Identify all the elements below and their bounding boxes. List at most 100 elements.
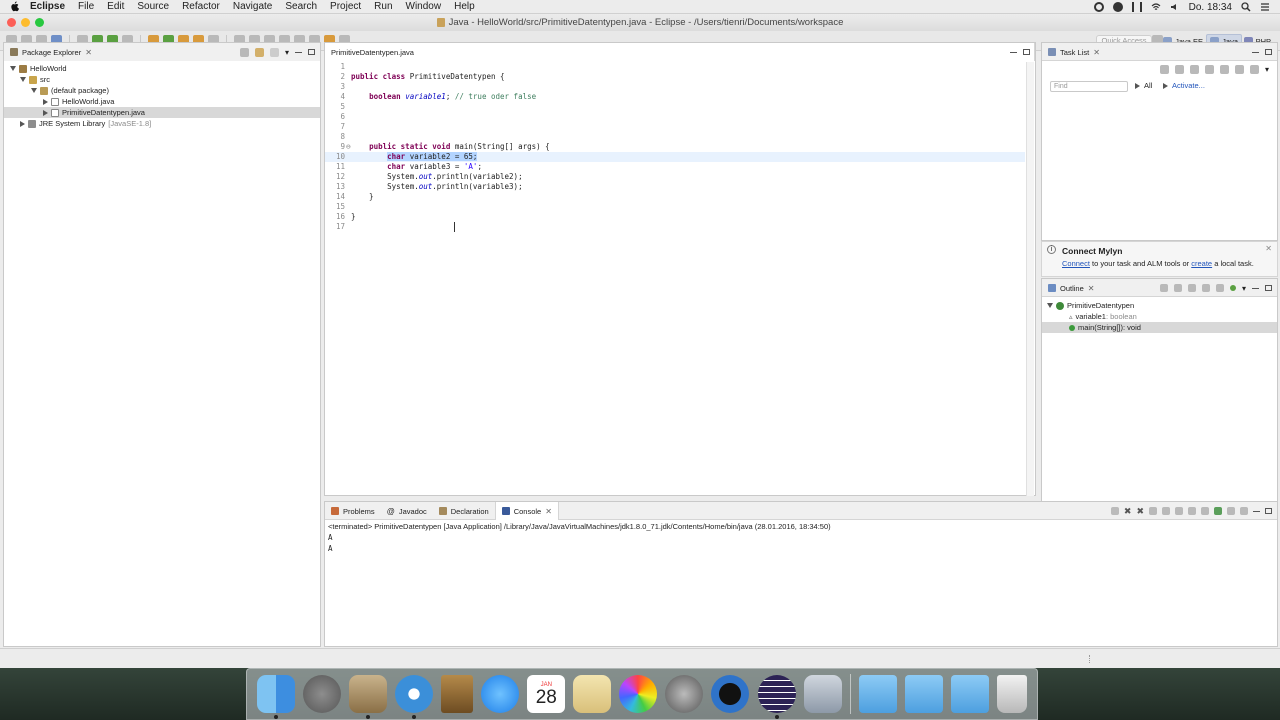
tree-item-file-selected[interactable]: PrimitiveDatentypen.java — [4, 107, 320, 118]
finder-icon[interactable] — [257, 675, 296, 719]
expand-triangle-icon[interactable] — [31, 88, 37, 93]
collapse-all-icon[interactable] — [239, 47, 249, 57]
tree-item-src[interactable]: src — [10, 74, 320, 85]
bluetooth-icon[interactable] — [1131, 2, 1142, 12]
create-link[interactable]: create — [1191, 259, 1212, 268]
focus-workweek-icon[interactable] — [1219, 65, 1229, 74]
maximize-icon[interactable] — [1265, 285, 1272, 291]
creative-cloud-icon[interactable] — [1112, 2, 1123, 12]
menu-file[interactable]: File — [78, 1, 94, 12]
downloads-folder-icon[interactable] — [950, 675, 989, 713]
maximize-icon[interactable] — [308, 49, 315, 55]
tree-item-file[interactable]: HelloWorld.java — [10, 96, 320, 107]
collapse-triangle-icon[interactable] — [43, 98, 48, 105]
close-icon[interactable]: ✕ — [1093, 48, 1100, 57]
menu-navigate[interactable]: Navigate — [233, 1, 272, 12]
hide-fields-icon[interactable] — [1187, 284, 1196, 292]
menu-window[interactable]: Window — [406, 1, 442, 12]
menu-run[interactable]: Run — [374, 1, 392, 12]
outline-class[interactable]: PrimitiveDatentypen — [1047, 300, 1277, 311]
record-icon[interactable] — [1093, 2, 1104, 12]
photos-icon[interactable] — [619, 675, 658, 713]
activate-task[interactable]: Activate... — [1163, 81, 1205, 90]
tab-javadoc[interactable]: @ Javadoc — [381, 502, 433, 520]
link-with-editor-icon[interactable] — [254, 47, 264, 57]
clear-console-icon[interactable] — [1149, 507, 1157, 515]
expand-triangle-icon[interactable] — [1047, 303, 1053, 308]
terminate-icon[interactable] — [1110, 507, 1119, 515]
expand-triangle-icon[interactable] — [20, 77, 26, 82]
view-menu-icon[interactable]: ▾ — [1265, 65, 1269, 74]
maximize-icon[interactable] — [1023, 49, 1030, 55]
display-selected-console-icon[interactable] — [1227, 507, 1235, 515]
tab-declaration[interactable]: Declaration — [433, 502, 495, 520]
launchpad-icon[interactable] — [303, 675, 342, 713]
safari-icon[interactable] — [395, 675, 434, 719]
minimize-icon[interactable] — [1010, 51, 1017, 53]
menubar-clock[interactable]: Do. 18:34 — [1189, 2, 1232, 13]
console-output[interactable]: <terminated> PrimitiveDatentypen [Java A… — [328, 522, 831, 553]
menu-help[interactable]: Help — [454, 1, 475, 12]
task-filter[interactable]: All — [1135, 81, 1152, 90]
tab-task-list[interactable]: Task List ✕ — [1042, 43, 1277, 61]
tree-item-package[interactable]: (default package) — [10, 85, 320, 96]
pin-console-icon[interactable] — [1214, 507, 1222, 515]
hide-non-public-icon[interactable] — [1215, 284, 1224, 292]
tab-problems[interactable]: Problems — [325, 502, 381, 520]
tree-item-jre[interactable]: JRE System Library [JavaSE-1.8] — [10, 118, 320, 129]
outline-member-selected[interactable]: main(String[]) : void — [1042, 322, 1277, 333]
outline-member[interactable]: ▵ variable1 : boolean — [1047, 311, 1277, 322]
documents-folder-icon[interactable] — [904, 675, 943, 713]
view-menu-icon[interactable]: ▾ — [1242, 284, 1246, 293]
tab-console[interactable]: Console ✕ — [494, 502, 559, 520]
applications-folder-icon[interactable] — [858, 675, 897, 713]
close-icon[interactable]: ✕ — [85, 48, 92, 57]
tree-item-project[interactable]: HelloWorld — [10, 63, 320, 74]
collapse-all-icon[interactable] — [1234, 65, 1244, 74]
menu-project[interactable]: Project — [330, 1, 361, 12]
remove-all-launches-icon[interactable]: ✖ — [1136, 506, 1144, 517]
image-capture-icon[interactable] — [803, 675, 842, 713]
menu-source[interactable]: Source — [137, 1, 169, 12]
close-window-button[interactable] — [7, 18, 16, 27]
preview-photos-icon[interactable] — [573, 675, 612, 713]
hide-local-types-icon[interactable] — [1229, 285, 1236, 291]
minimize-icon[interactable] — [1253, 510, 1260, 512]
fold-collapse-icon[interactable]: ⊖ — [346, 142, 351, 151]
menu-app-name[interactable]: Eclipse — [30, 1, 65, 12]
expand-triangle-icon[interactable] — [10, 66, 16, 71]
close-icon[interactable]: ✕ — [1265, 244, 1272, 253]
remove-launch-icon[interactable]: ✖ — [1124, 506, 1132, 517]
scheduled-icon[interactable] — [1189, 65, 1199, 74]
show-on-stderr-icon[interactable] — [1201, 507, 1209, 515]
sort-icon[interactable] — [1173, 284, 1182, 292]
notification-center-icon[interactable] — [1260, 2, 1270, 12]
preview-icon[interactable] — [349, 675, 388, 719]
word-wrap-icon[interactable] — [1175, 507, 1183, 515]
menu-edit[interactable]: Edit — [107, 1, 124, 12]
tab-editor-file[interactable]: PrimitiveDatentypen.java — [325, 43, 1035, 61]
notes-icon[interactable] — [441, 675, 474, 713]
zoom-window-button[interactable] — [35, 18, 44, 27]
volume-icon[interactable] — [1170, 2, 1180, 12]
collapse-all-icon[interactable] — [1159, 284, 1168, 292]
wifi-icon[interactable] — [1151, 2, 1161, 12]
task-find-input[interactable]: Find — [1050, 81, 1128, 92]
hide-static-icon[interactable] — [1201, 284, 1210, 292]
menu-search[interactable]: Search — [285, 1, 317, 12]
connect-link[interactable]: Connect — [1062, 259, 1090, 268]
messages-icon[interactable] — [481, 675, 520, 713]
hide-completed-icon[interactable] — [1204, 65, 1214, 74]
overview-ruler[interactable] — [1026, 62, 1034, 496]
scroll-lock-icon[interactable] — [1162, 507, 1170, 515]
synchronize-icon[interactable] — [1249, 65, 1259, 74]
minimize-icon[interactable] — [1252, 287, 1259, 289]
maximize-icon[interactable] — [1265, 508, 1272, 514]
spotlight-search-icon[interactable] — [1241, 2, 1251, 12]
eclipse-icon[interactable] — [757, 675, 796, 719]
system-preferences-icon[interactable] — [665, 675, 704, 713]
close-icon[interactable]: ✕ — [545, 507, 552, 516]
minimize-window-button[interactable] — [21, 18, 30, 27]
minimize-icon[interactable] — [295, 51, 302, 53]
show-on-stdout-icon[interactable] — [1188, 507, 1196, 515]
